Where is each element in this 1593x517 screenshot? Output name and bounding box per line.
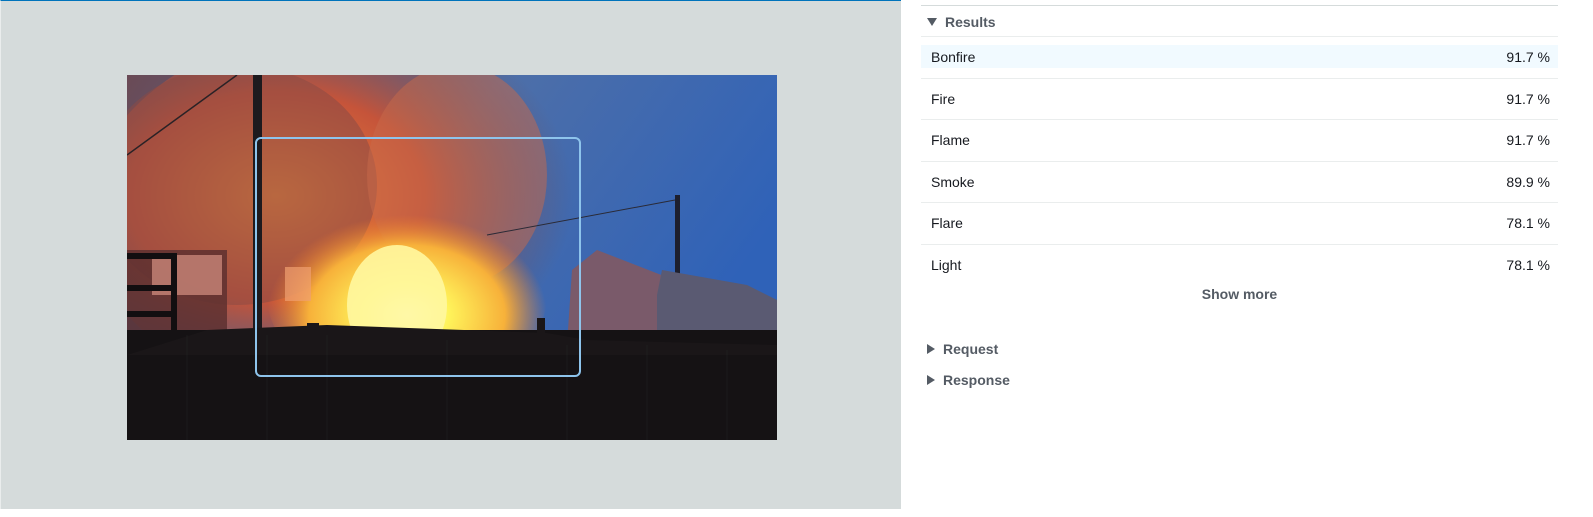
result-label: Flame bbox=[931, 132, 970, 149]
results-section-toggle[interactable]: Results bbox=[927, 14, 996, 30]
result-confidence: 91.7 % bbox=[1506, 132, 1550, 149]
result-confidence: 91.7 % bbox=[1506, 90, 1550, 107]
result-label: Flare bbox=[931, 215, 963, 232]
divider bbox=[921, 5, 1558, 6]
detection-bounding-box[interactable] bbox=[255, 137, 581, 377]
result-row[interactable]: Flare 78.1 % bbox=[921, 203, 1558, 245]
result-row[interactable]: Smoke 89.9 % bbox=[921, 162, 1558, 203]
result-row[interactable]: Light 78.1 % bbox=[921, 245, 1558, 287]
result-row[interactable]: Flame 91.7 % bbox=[921, 120, 1558, 162]
result-confidence: 89.9 % bbox=[1506, 173, 1550, 190]
caret-down-icon bbox=[927, 18, 937, 26]
caret-right-icon bbox=[927, 344, 935, 354]
page: Results Bonfire 91.7 % Fire 91.7 % Flame… bbox=[0, 0, 1593, 517]
result-confidence: 78.1 % bbox=[1506, 257, 1550, 274]
request-title: Request bbox=[943, 341, 999, 357]
result-confidence: 91.7 % bbox=[1506, 49, 1550, 66]
result-confidence: 78.1 % bbox=[1506, 215, 1550, 232]
show-more-button[interactable]: Show more bbox=[921, 286, 1558, 302]
result-label: Bonfire bbox=[931, 49, 976, 66]
result-label: Fire bbox=[931, 90, 956, 107]
caret-right-icon bbox=[927, 375, 935, 385]
results-title: Results bbox=[945, 14, 996, 30]
analyzed-image bbox=[127, 75, 777, 440]
result-row[interactable]: Bonfire 91.7 % bbox=[921, 37, 1558, 79]
result-label: Light bbox=[931, 257, 962, 274]
response-section-toggle[interactable]: Response bbox=[927, 372, 1010, 388]
result-row[interactable]: Fire 91.7 % bbox=[921, 79, 1558, 120]
result-label: Smoke bbox=[931, 173, 975, 190]
image-preview-panel bbox=[0, 0, 901, 509]
response-title: Response bbox=[943, 372, 1010, 388]
request-section-toggle[interactable]: Request bbox=[927, 341, 998, 357]
results-list: Bonfire 91.7 % Fire 91.7 % Flame 91.7 % … bbox=[921, 36, 1558, 286]
